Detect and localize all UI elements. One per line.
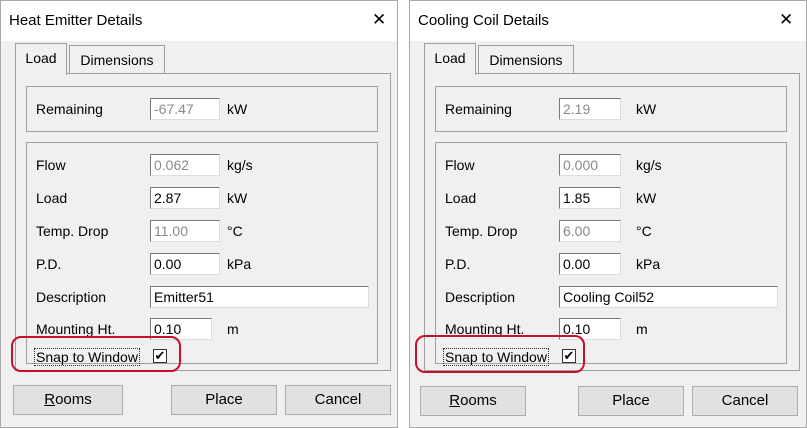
tab-panel-load: Remaining -67.47 kW Flow 0.062 kg/s Load… [15, 73, 391, 371]
remaining-group: Remaining 2.19 kW [435, 86, 787, 132]
dialog-title: Heat Emitter Details [9, 12, 143, 29]
temp-drop-label: Temp. Drop [36, 223, 109, 239]
flow-label: Flow [445, 157, 475, 173]
remaining-label: Remaining [36, 101, 103, 117]
title-bar: Heat Emitter Details ✕ [1, 1, 397, 41]
flow-label: Flow [36, 157, 66, 173]
flow-unit: kg/s [636, 157, 662, 173]
rooms-mnemonic: R [44, 391, 56, 408]
close-icon[interactable]: ✕ [372, 10, 386, 30]
pd-unit: kPa [636, 256, 661, 272]
remaining-group: Remaining -67.47 kW [26, 86, 378, 132]
heat-emitter-dialog: Heat Emitter Details ✕ Load Dimensions R… [0, 0, 398, 428]
load-label: Load [445, 190, 477, 206]
details-group: Flow 0.062 kg/s Load 2.87 kW Temp. Drop … [26, 142, 378, 366]
tab-load[interactable]: Load [15, 43, 67, 75]
rooms-mnemonic: R [449, 392, 461, 409]
tab-panel-load: Remaining 2.19 kW Flow 0.000 kg/s Load 1… [424, 73, 800, 371]
mounting-height-label: Mounting Ht. [36, 321, 116, 337]
tab-dimensions[interactable]: Dimensions [478, 45, 574, 73]
description-label: Description [36, 289, 107, 305]
temp-drop-field: 6.00 [559, 220, 621, 242]
load-field[interactable]: 1.85 [559, 187, 621, 209]
mounting-height-unit: m [227, 321, 239, 337]
title-bar: Cooling Coil Details ✕ [410, 1, 806, 41]
remaining-label: Remaining [445, 101, 512, 117]
place-button[interactable]: Place [171, 385, 277, 415]
pd-field[interactable]: 0.00 [150, 253, 220, 275]
rooms-label-rest: ooms [55, 391, 92, 408]
rooms-button[interactable]: Rooms [420, 386, 526, 416]
temp-drop-unit: °C [227, 223, 243, 239]
cancel-button[interactable]: Cancel [285, 385, 391, 415]
details-group: Flow 0.000 kg/s Load 1.85 kW Temp. Drop … [435, 142, 787, 366]
cooling-coil-dialog: Cooling Coil Details ✕ Load Dimensions R… [409, 0, 807, 428]
rooms-button[interactable]: Rooms [13, 385, 123, 415]
load-unit: kW [636, 190, 657, 206]
pd-field[interactable]: 0.00 [559, 253, 621, 275]
dialog-title: Cooling Coil Details [418, 12, 549, 29]
flow-field: 0.000 [559, 154, 621, 176]
remaining-field: -67.47 [150, 98, 220, 120]
snap-highlight-annotation [11, 336, 181, 372]
cancel-button[interactable]: Cancel [692, 386, 798, 416]
description-label: Description [445, 289, 516, 305]
temp-drop-unit: °C [636, 223, 652, 239]
close-icon[interactable]: ✕ [779, 10, 793, 30]
load-unit: kW [227, 190, 248, 206]
pd-label: P.D. [445, 256, 471, 272]
place-button[interactable]: Place [578, 386, 684, 416]
temp-drop-label: Temp. Drop [445, 223, 518, 239]
flow-field: 0.062 [150, 154, 220, 176]
temp-drop-field: 11.00 [150, 220, 220, 242]
pd-unit: kPa [227, 256, 252, 272]
flow-unit: kg/s [227, 157, 253, 173]
remaining-unit: kW [227, 101, 248, 117]
load-field[interactable]: 2.87 [150, 187, 220, 209]
tab-load[interactable]: Load [424, 43, 476, 75]
pd-label: P.D. [36, 256, 62, 272]
mounting-height-unit: m [636, 321, 648, 337]
remaining-unit: kW [636, 101, 657, 117]
rooms-label-rest: ooms [460, 392, 497, 409]
description-field[interactable]: Cooling Coil52 [559, 286, 778, 308]
load-label: Load [36, 190, 68, 206]
remaining-field: 2.19 [559, 98, 621, 120]
description-field[interactable]: Emitter51 [150, 286, 369, 308]
tab-dimensions[interactable]: Dimensions [69, 45, 165, 73]
snap-highlight-annotation [415, 335, 585, 373]
